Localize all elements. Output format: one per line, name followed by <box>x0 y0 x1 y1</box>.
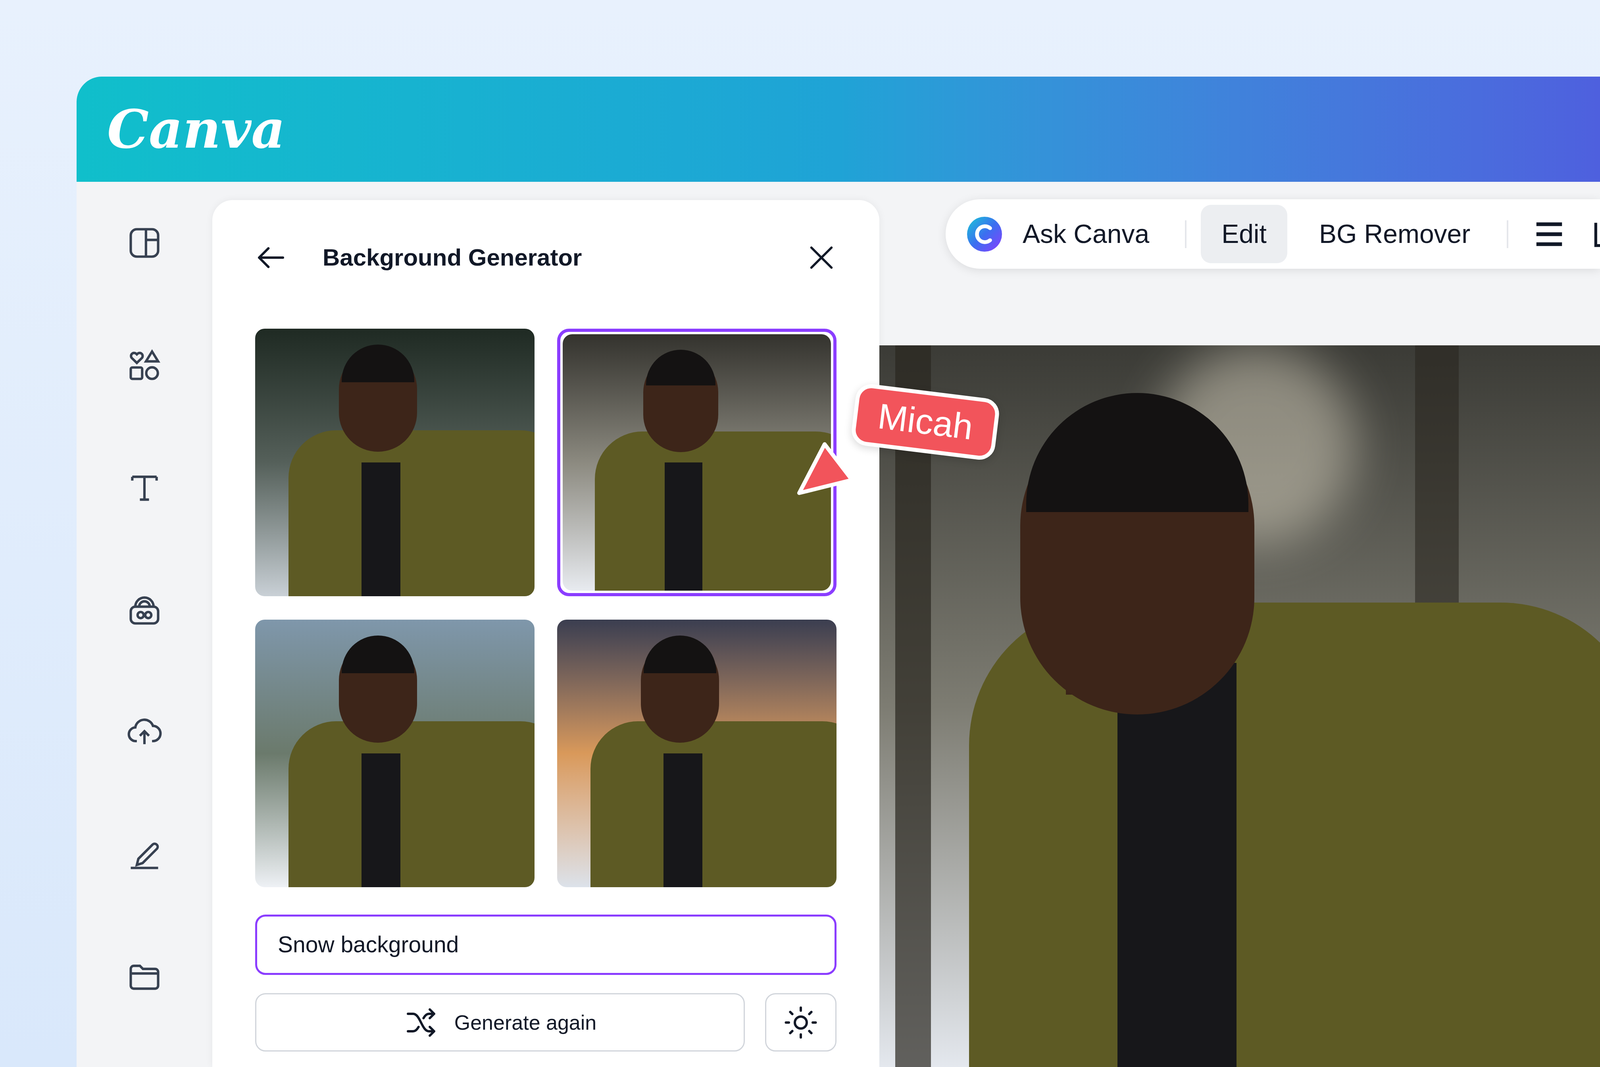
folder-icon[interactable] <box>126 957 163 995</box>
ask-canva-label: Ask Canva <box>1022 214 1150 254</box>
collaborator-name: Micah <box>875 396 975 448</box>
panel-header: Background Generator <box>255 239 837 276</box>
generate-again-button[interactable]: Generate again <box>255 992 745 1052</box>
brand-icon[interactable] <box>126 591 163 628</box>
result-image <box>255 328 535 597</box>
sun-icon <box>782 1004 819 1041</box>
result-thumbnail[interactable] <box>557 619 837 887</box>
result-thumbnail[interactable] <box>557 328 837 597</box>
more-tool-icon[interactable] <box>1590 217 1600 252</box>
collaborator-cursor-icon <box>790 433 863 502</box>
action-row: Generate again <box>255 992 837 1052</box>
editor-area: Ask Canva Edit BG Remover <box>879 181 1600 1067</box>
edit-label: Edit <box>1221 214 1267 254</box>
layout-icon[interactable] <box>126 224 163 262</box>
header-bar: Canva <box>76 76 1600 182</box>
workspace: Background Generator Generate again <box>76 181 1600 1067</box>
text-icon[interactable] <box>126 469 163 506</box>
app-window: Canva Background Generator <box>76 76 1600 1067</box>
close-icon[interactable] <box>806 242 837 273</box>
result-thumbnail[interactable] <box>255 619 535 887</box>
cursor-arrow <box>799 444 852 493</box>
logo[interactable]: Canva <box>107 103 286 156</box>
style-settings-button[interactable] <box>765 992 837 1052</box>
upload-icon[interactable] <box>126 713 163 750</box>
result-image <box>557 619 837 887</box>
back-arrow-icon[interactable] <box>255 241 287 274</box>
ask-canva-icon <box>965 215 1004 254</box>
toolbar-divider <box>1184 220 1187 249</box>
result-thumbnail[interactable] <box>255 328 535 597</box>
context-toolbar: Ask Canva Edit BG Remover <box>945 199 1600 269</box>
bg-remover-button[interactable]: BG Remover <box>1298 204 1491 264</box>
ask-canva-button[interactable]: Ask Canva <box>961 204 1154 264</box>
side-rail <box>76 181 213 1067</box>
elements-icon[interactable] <box>126 346 163 384</box>
page: Canva Background Generator <box>0 0 1600 1067</box>
edit-button[interactable]: Edit <box>1200 204 1288 264</box>
shuffle-icon <box>403 1004 439 1040</box>
result-image <box>562 334 831 591</box>
toolbar-divider <box>1506 220 1509 249</box>
prompt-input[interactable] <box>255 914 837 975</box>
result-image <box>255 619 535 887</box>
menu-icon[interactable] <box>1532 217 1567 252</box>
draw-icon[interactable] <box>126 835 163 873</box>
generate-again-label: Generate again <box>454 1006 597 1038</box>
results-grid <box>255 328 837 887</box>
background-generator-panel: Background Generator Generate again <box>212 200 880 1067</box>
panel-title: Background Generator <box>322 239 582 276</box>
bg-remover-label: BG Remover <box>1319 214 1471 254</box>
